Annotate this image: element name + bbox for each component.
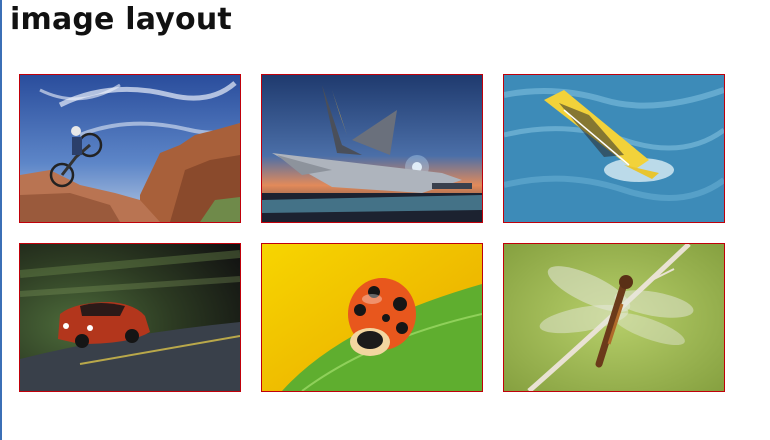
gallery-image-ladybug[interactable] [261, 243, 483, 392]
airplane-image [262, 75, 482, 222]
ladybug-image [262, 244, 482, 391]
gallery-image-windsurfer[interactable] [503, 74, 725, 223]
image-gallery [19, 74, 727, 392]
red-car-image [20, 244, 240, 391]
bmx-rider-image [20, 75, 240, 222]
window-left-border [0, 0, 2, 440]
gallery-image-airplane[interactable] [261, 74, 483, 223]
gallery-image-red-car[interactable] [19, 243, 241, 392]
dragonfly-image [504, 244, 724, 391]
windsurfer-image [504, 75, 724, 222]
gallery-image-dragonfly[interactable] [503, 243, 725, 392]
gallery-image-bmx-rider[interactable] [19, 74, 241, 223]
page-title: image layout [10, 2, 232, 37]
